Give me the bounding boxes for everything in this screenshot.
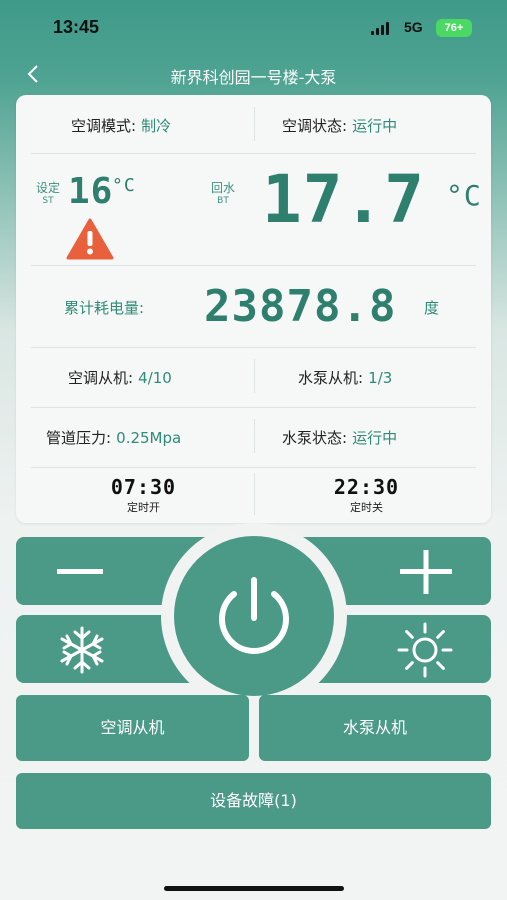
ac-status-value: 运行中 (352, 117, 398, 135)
timer-off-label: 定时关 (350, 501, 383, 514)
pressure-info: 管道压力: 0.25Mpa (46, 427, 181, 448)
setpoint-label: 设定 (35, 181, 60, 195)
status-time: 13:45 (53, 17, 100, 37)
setpoint-value: 16 (68, 171, 114, 212)
pump-status-label: 水泵状态: (282, 429, 348, 447)
nav-bar: 新界科创园一号楼-大泵 (0, 56, 507, 92)
return-water-label-group: 回水 BT (206, 179, 240, 206)
pump-status-info: 水泵状态: 运行中 (282, 427, 397, 448)
pump-slave-label: 水泵从机: (298, 369, 364, 387)
pump-slave-value: 1/3 (368, 369, 393, 387)
energy-value: 23878.8 (204, 281, 397, 332)
status-card: 空调模式: 制冷 空调状态: 运行中 设定 ST 16 °C 回水 BT 17.… (16, 95, 491, 523)
plus-button[interactable] (398, 550, 454, 594)
ac-mode-label: 空调模式: (71, 117, 137, 135)
power-button[interactable] (174, 536, 334, 696)
energy-label: 累计耗电量: (64, 299, 145, 317)
setpoint-unit: °C (112, 175, 136, 196)
network-type: 5G (404, 19, 423, 35)
timer-off[interactable]: 22:30 定时关 (299, 475, 434, 515)
pump-status-value: 运行中 (352, 429, 398, 447)
signal-icon (371, 22, 389, 35)
heat-mode-button[interactable] (392, 620, 458, 680)
setpoint-sub: ST (42, 196, 54, 206)
pump-slave-button[interactable]: 水泵从机 (259, 695, 491, 761)
return-water-sub: BT (217, 196, 229, 206)
setpoint-label-group: 设定 ST (33, 179, 63, 206)
power-icon (219, 577, 289, 654)
plus-icon (400, 550, 452, 594)
pressure-value: 0.25Mpa (116, 429, 182, 447)
ac-status-label: 空调状态: (282, 117, 348, 135)
pressure-label: 管道压力: (46, 429, 112, 447)
battery-icon: 76+ (436, 19, 472, 37)
return-water-value: 17.7 (262, 161, 425, 238)
cool-mode-button[interactable] (50, 622, 114, 678)
status-bar: 13:45 5G 76+ (0, 0, 507, 56)
ac-mode-value: 制冷 (141, 117, 172, 135)
timer-on-label: 定时开 (127, 501, 160, 514)
ac-slave-value: 4/10 (138, 369, 172, 387)
sun-icon (397, 622, 453, 678)
home-indicator[interactable] (164, 886, 344, 891)
timer-on-time: 07:30 (110, 475, 177, 499)
ac-status: 空调状态: 运行中 (282, 115, 397, 136)
minus-icon (57, 569, 103, 574)
ac-slave-button[interactable]: 空调从机 (16, 695, 249, 761)
minus-button[interactable] (55, 552, 105, 592)
energy-unit: 度 (424, 299, 440, 317)
return-water-label: 回水 (210, 181, 235, 195)
pump-slave-info: 水泵从机: 1/3 (298, 367, 392, 388)
ac-slave-label: 空调从机: (68, 369, 134, 387)
timer-on[interactable]: 07:30 定时开 (76, 475, 211, 515)
return-water-unit: °C (446, 179, 482, 212)
ac-slave-info: 空调从机: 4/10 (68, 367, 172, 388)
page-title: 新界科创园一号楼-大泵 (170, 68, 337, 87)
device-fault-button[interactable]: 设备故障(1) (16, 773, 491, 829)
ac-mode: 空调模式: 制冷 (71, 115, 171, 136)
warning-icon[interactable] (66, 217, 114, 265)
timer-off-time: 22:30 (333, 475, 400, 499)
snowflake-icon (60, 626, 104, 674)
